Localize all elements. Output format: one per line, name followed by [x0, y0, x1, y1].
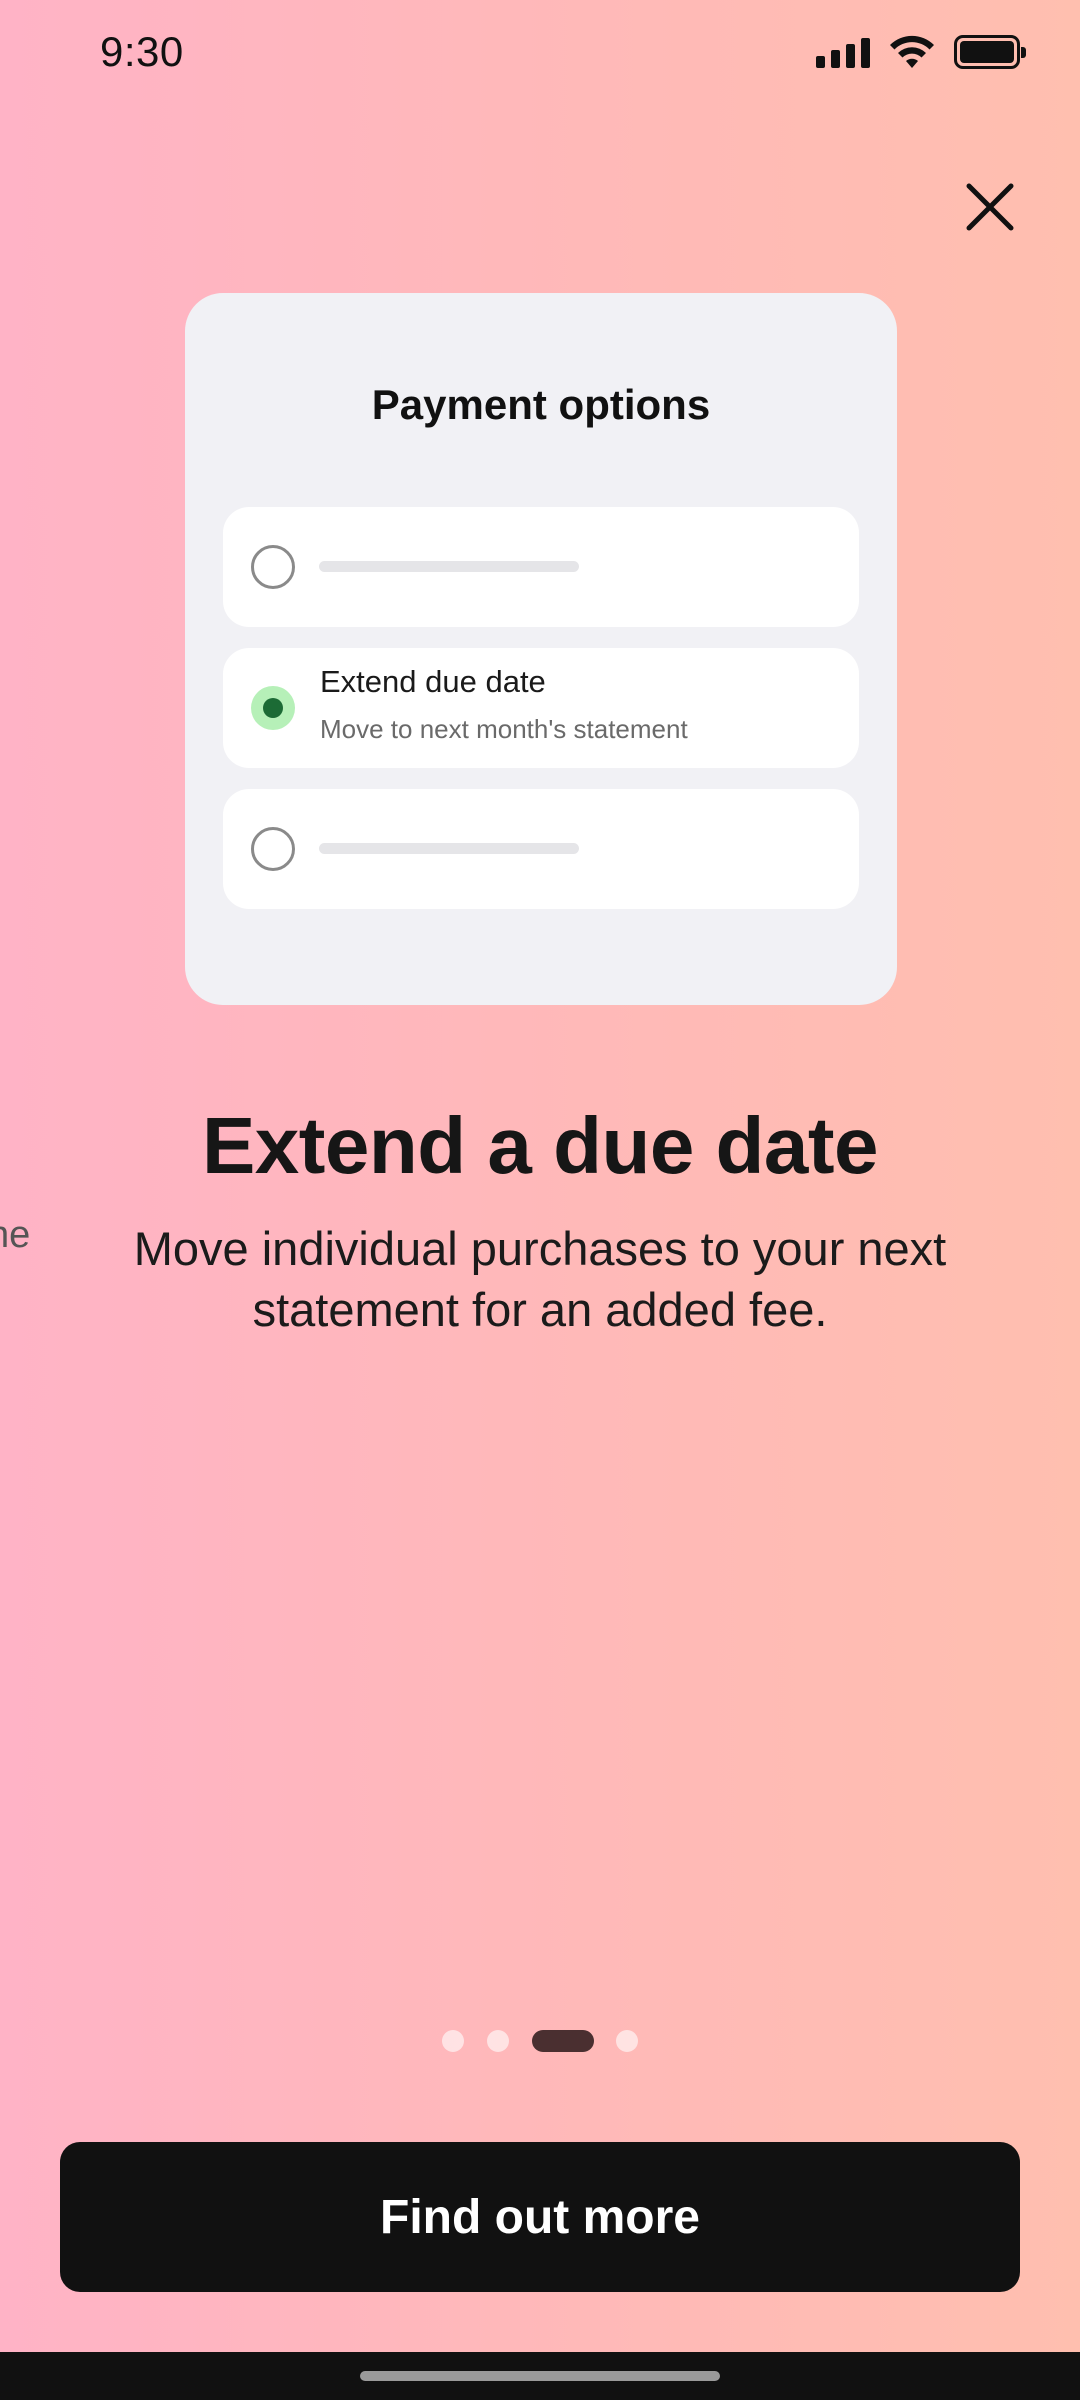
body-text: Move individual purchases to your next s… — [133, 1222, 947, 1336]
payment-option-3 — [223, 789, 859, 909]
payment-options-card: Payment options Extend due date Move to … — [185, 293, 897, 1005]
page-dot — [442, 2030, 464, 2052]
system-nav-bar — [0, 2352, 1080, 2400]
close-button[interactable] — [955, 172, 1025, 242]
headline: Extend a due date — [201, 1101, 879, 1190]
placeholder-line — [319, 843, 579, 854]
cta-label: Find out more — [380, 2190, 700, 2244]
home-indicator[interactable] — [360, 2371, 720, 2381]
status-bar: 9:30 — [0, 0, 1080, 112]
radio-icon — [251, 827, 295, 871]
page-indicator — [0, 2030, 1080, 2052]
page-dot — [616, 2030, 638, 2052]
find-out-more-button[interactable]: Find out more — [60, 2142, 1020, 2292]
radio-icon — [251, 545, 295, 589]
status-icons — [816, 34, 1026, 70]
option-title: Extend due date — [320, 664, 546, 699]
payment-option-extend-due-date: Extend due date Move to next month's sta… — [223, 648, 859, 768]
close-icon — [966, 183, 1014, 231]
onboarding-screen: 9:30 Payment options Extend due date Mov… — [0, 0, 1080, 2400]
payment-option-1 — [223, 507, 859, 627]
option-subtitle: Move to next month's statement — [320, 714, 688, 744]
next-slide-peek-text: ne — [0, 1214, 31, 1256]
battery-icon — [954, 35, 1026, 69]
radio-selected-icon — [251, 686, 295, 730]
card-title: Payment options — [371, 381, 711, 428]
page-dot-active — [532, 2030, 594, 2052]
page-dot — [487, 2030, 509, 2052]
signal-icon — [816, 36, 870, 68]
wifi-icon — [890, 35, 934, 68]
status-time: 9:30 — [100, 28, 184, 75]
placeholder-line — [319, 561, 579, 572]
